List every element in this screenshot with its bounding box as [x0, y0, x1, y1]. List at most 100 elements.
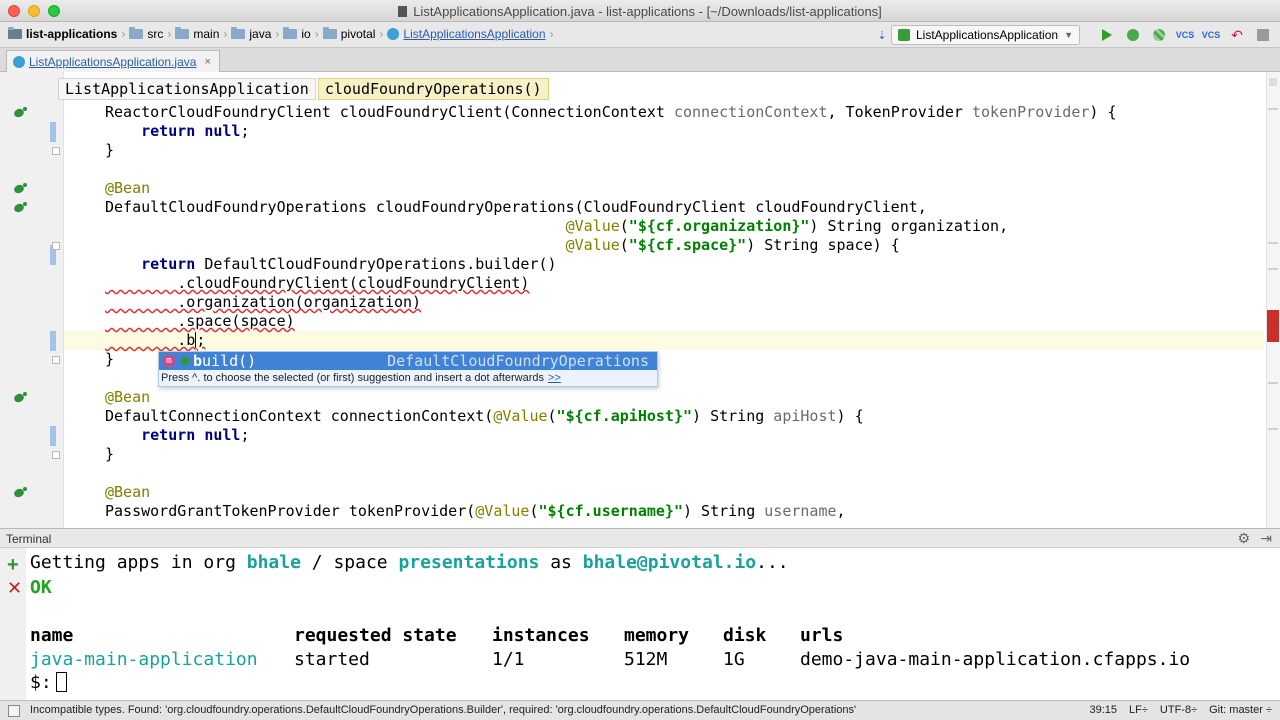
code-editor[interactable]: ListApplicationsApplication cloudFoundry…	[0, 72, 1280, 528]
window-title: ListApplicationsApplication.java - list-…	[0, 4, 1280, 19]
app-memory: 512M	[624, 649, 668, 670]
title-bar: ListApplicationsApplication.java - list-…	[0, 0, 1280, 22]
completion-item[interactable]: m build() DefaultCloudFoundryOperations	[159, 352, 657, 370]
code-token: tokenProvider	[971, 103, 1090, 121]
spring-bean-icon[interactable]	[12, 202, 28, 214]
line-separator[interactable]: LF÷	[1129, 704, 1148, 716]
terminal-title: Terminal	[6, 532, 52, 546]
project-structure-button[interactable]	[1254, 26, 1272, 44]
scroll-marker[interactable]	[1268, 382, 1278, 384]
run-configuration-label: ListApplicationsApplication	[915, 28, 1059, 42]
breadcrumb-java[interactable]: java ›	[231, 27, 279, 41]
code-token: , TokenProvider	[827, 103, 972, 121]
breadcrumb-class[interactable]: ListApplicationsApplication ›	[387, 27, 554, 41]
new-session-icon[interactable]: +	[7, 554, 19, 577]
code-token: @Value	[475, 502, 530, 520]
code-line: .organization(organization)	[105, 293, 421, 312]
breadcrumb-src[interactable]: src ›	[129, 27, 171, 41]
spring-boot-icon	[897, 29, 910, 41]
code-line: }	[105, 350, 114, 369]
terminal-prompt[interactable]: $:	[30, 672, 67, 694]
spring-bean-icon[interactable]	[12, 392, 28, 404]
code-token: ,	[836, 502, 846, 520]
run-configuration-select[interactable]: ListApplicationsApplication ▼	[890, 25, 1080, 45]
spring-bean-icon[interactable]	[12, 183, 28, 195]
code-breadcrumb-method[interactable]: cloudFoundryOperations()	[317, 78, 549, 100]
code-line: DefaultConnectionContext connectionConte…	[105, 407, 864, 426]
coverage-button[interactable]	[1150, 26, 1168, 44]
folder-icon	[175, 27, 190, 39]
completion-hint-link[interactable]: >>	[548, 372, 561, 384]
inspection-status-icon[interactable]	[1269, 78, 1277, 86]
code-token: (	[619, 236, 629, 254]
build-icon[interactable]: ⇣	[873, 26, 891, 44]
tool-windows-icon[interactable]	[8, 705, 20, 717]
scroll-marker[interactable]	[1268, 268, 1278, 270]
column-header: requested state	[294, 625, 457, 646]
code-line: .cloudFoundryClient(cloudFoundryClient)	[105, 274, 529, 293]
hide-panel-icon[interactable]: ⇥	[1260, 530, 1272, 547]
spring-bean-icon[interactable]	[12, 487, 28, 499]
status-message: Incompatible types. Found: 'org.cloudfou…	[30, 704, 857, 716]
breadcrumb-label: io	[301, 27, 311, 41]
revert-button[interactable]: ↶	[1228, 26, 1246, 44]
editor-scrollbar[interactable]	[1266, 72, 1280, 528]
code-token: @Bean	[105, 179, 151, 197]
app-url: demo-java-main-application.cfapps.io	[800, 649, 1191, 670]
code-token: @Value	[565, 236, 620, 254]
fold-marker-icon[interactable]	[52, 147, 60, 155]
fold-marker-icon[interactable]	[52, 242, 60, 250]
vcs-commit-button[interactable]: VCS	[1202, 26, 1221, 44]
debug-button[interactable]	[1124, 26, 1142, 44]
change-marker[interactable]	[50, 426, 56, 446]
cursor-position[interactable]: 39:15	[1090, 704, 1118, 716]
vcs-update-button[interactable]: VCS	[1176, 26, 1195, 44]
scroll-marker[interactable]	[1268, 428, 1278, 430]
code-line: @Bean	[105, 179, 150, 198]
error-marker[interactable]	[1267, 310, 1279, 342]
breadcrumb-io[interactable]: io ›	[283, 27, 319, 41]
code-token: ) {	[1089, 103, 1117, 121]
window-title-text: ListApplicationsApplication.java - list-…	[413, 4, 882, 19]
code-token: ;	[240, 122, 250, 140]
gear-icon[interactable]: ⚙	[1237, 530, 1250, 547]
breadcrumb-pivotal[interactable]: pivotal ›	[322, 27, 383, 41]
breadcrumb-project[interactable]: list-applications ›	[8, 27, 125, 41]
chevron-right-icon: ›	[549, 27, 554, 41]
code-token: DefaultCloudFoundryOperations cloudFound…	[105, 198, 927, 216]
code-token: ) String	[692, 407, 774, 425]
run-button[interactable]	[1098, 26, 1116, 44]
breadcrumb-main[interactable]: main ›	[175, 27, 227, 41]
bug-icon	[1127, 29, 1139, 41]
code-line: .space(space)	[105, 312, 294, 331]
code-token: ) String space) {	[746, 236, 900, 254]
change-marker[interactable]	[50, 331, 56, 351]
chevron-down-icon: ▼	[1064, 30, 1073, 40]
code-token: ) String	[682, 502, 765, 520]
file-encoding[interactable]: UTF-8÷	[1160, 704, 1197, 716]
spring-bean-icon[interactable]	[12, 107, 28, 119]
code-token: ;	[240, 426, 250, 444]
completion-match: b	[193, 352, 203, 370]
code-line: @Value("${cf.organization}") String orga…	[105, 217, 1009, 236]
close-session-icon[interactable]: ✕	[7, 578, 22, 599]
editor-tab[interactable]: ListApplicationsApplication.java ×	[6, 50, 220, 72]
close-tab-icon[interactable]: ×	[204, 56, 210, 68]
git-branch[interactable]: Git: master ÷	[1209, 704, 1272, 716]
terminal-panel[interactable]: + ✕ Getting apps in org bhale / space pr…	[0, 548, 1280, 700]
fold-marker-icon[interactable]	[52, 451, 60, 459]
code-token: return	[141, 255, 196, 273]
code-line: return null;	[105, 426, 250, 445]
project-icon	[8, 27, 22, 39]
current-line-highlight	[64, 331, 1264, 350]
fold-marker-icon[interactable]	[52, 356, 60, 364]
code-line: DefaultCloudFoundryOperations cloudFound…	[105, 198, 927, 217]
change-marker[interactable]	[50, 122, 56, 142]
scroll-marker[interactable]	[1268, 242, 1278, 244]
code-line: ReactorCloudFoundryClient cloudFoundryCl…	[105, 103, 1116, 122]
code-token: (	[547, 407, 557, 425]
code-token: ;	[196, 331, 206, 349]
scroll-marker[interactable]	[1268, 108, 1278, 110]
code-breadcrumb-class[interactable]: ListApplicationsApplication	[58, 78, 316, 100]
